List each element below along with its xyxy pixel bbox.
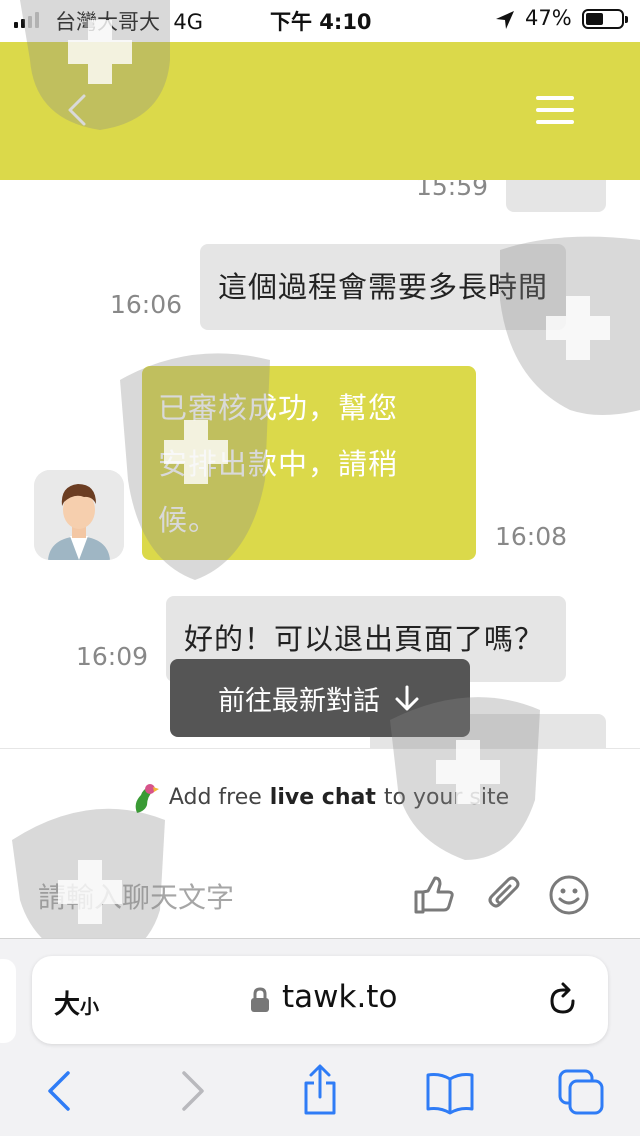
message-time: 16:08: [495, 522, 568, 551]
tawk-branding-link[interactable]: Add free live chat to your site: [0, 748, 640, 846]
arrow-down-icon: [395, 685, 419, 711]
safari-bottom-bar: 大小 tawk.to: [0, 938, 640, 1136]
share-icon[interactable]: [300, 1063, 340, 1117]
branding-prefix: Add free: [168, 785, 262, 810]
text-size-button[interactable]: 大小: [54, 984, 99, 1021]
chat-header: [0, 42, 640, 180]
message-time: 16:09: [76, 642, 149, 671]
page-domain: tawk.to: [282, 979, 398, 1015]
chat-input[interactable]: 請輸入聊天文字: [38, 876, 234, 916]
message-bubble-visitor: [506, 180, 606, 212]
branding-suffix: to your site: [383, 785, 510, 810]
agent-avatar: [34, 470, 124, 560]
message-time: 15:59: [416, 180, 489, 201]
status-time: 下午 4:10: [270, 10, 372, 34]
back-button[interactable]: [58, 90, 98, 130]
battery-percentage: 47%: [525, 6, 572, 30]
battery-icon: [582, 9, 628, 29]
agent-message-line: 候。: [158, 503, 219, 537]
status-bar: 台灣大哥大 4G 下午 4:10 47%: [0, 0, 640, 42]
message-time: 16:06: [110, 290, 183, 319]
bookmarks-icon[interactable]: [424, 1071, 476, 1115]
jump-to-latest-label: 前往最新對話: [218, 685, 380, 717]
emoji-icon[interactable]: [548, 874, 590, 916]
thumbs-up-icon[interactable]: [412, 874, 456, 916]
tabs-icon[interactable]: [556, 1067, 606, 1117]
browser-forward-icon[interactable]: [178, 1069, 208, 1113]
agent-message-line: 已審核成功，幫您: [158, 391, 399, 425]
location-arrow-icon: [496, 11, 514, 29]
parrot-logo-icon: [135, 783, 159, 813]
hamburger-menu-icon: [536, 96, 574, 100]
lock-icon: [251, 987, 269, 1012]
agent-message-line: 安排出款中，請稍: [158, 447, 399, 481]
person-avatar-icon: [34, 470, 124, 560]
reload-icon[interactable]: [546, 981, 580, 1017]
text-size-large-label: 大: [54, 990, 81, 1020]
carrier-label: 台灣大哥大 4G: [55, 10, 203, 34]
message-bubble-agent: 已審核成功，幫您 安排出款中，請稍 候。: [142, 366, 476, 560]
branding-bold: live chat: [269, 785, 376, 810]
message-bubble-visitor: 這個過程會需要多長時間: [200, 244, 567, 330]
text-size-small-label: 小: [80, 996, 100, 1018]
chevron-left-icon: [68, 94, 86, 126]
paperclip-icon[interactable]: [484, 874, 524, 916]
signal-strength-icon: [14, 12, 39, 28]
jump-to-latest-button[interactable]: 前往最新對話: [170, 659, 470, 737]
menu-button[interactable]: [536, 96, 580, 126]
browser-back-icon[interactable]: [44, 1069, 74, 1113]
address-bar[interactable]: 大小 tawk.to: [32, 956, 608, 1044]
previous-tab-edge[interactable]: [0, 959, 16, 1043]
message-composer: 請輸入聊天文字: [0, 846, 640, 938]
